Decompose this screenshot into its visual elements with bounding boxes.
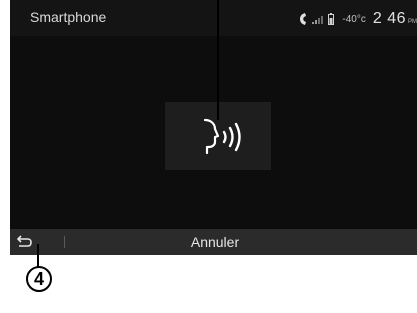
back-button[interactable]	[10, 229, 62, 255]
bottom-action-bar: Annuler	[10, 229, 417, 255]
bar-divider	[64, 236, 65, 248]
callout-leader-line	[217, 0, 219, 120]
status-bar: Smartphone -40°c 2 46 PM	[10, 0, 417, 36]
status-indicators: -40°c 2 46 PM	[299, 10, 417, 28]
head-unit-screen: Smartphone -40°c 2 46 PM Annuler	[10, 0, 417, 255]
signal-strength-icon	[312, 16, 324, 24]
cancel-button[interactable]: Annuler	[80, 229, 350, 255]
callout-number-badge: 4	[26, 266, 52, 292]
app-title: Smartphone	[30, 9, 107, 25]
callout-leader-line	[37, 244, 39, 268]
battery-icon	[328, 13, 335, 25]
phone-icon	[300, 13, 307, 25]
clock-time: 2 46	[372, 10, 406, 27]
clock-period: PM	[408, 19, 417, 25]
outside-temperature: -40°c	[342, 13, 366, 25]
manual-figure: Smartphone -40°c 2 46 PM Annuler 4	[0, 0, 417, 313]
back-arrow-icon	[16, 235, 32, 247]
